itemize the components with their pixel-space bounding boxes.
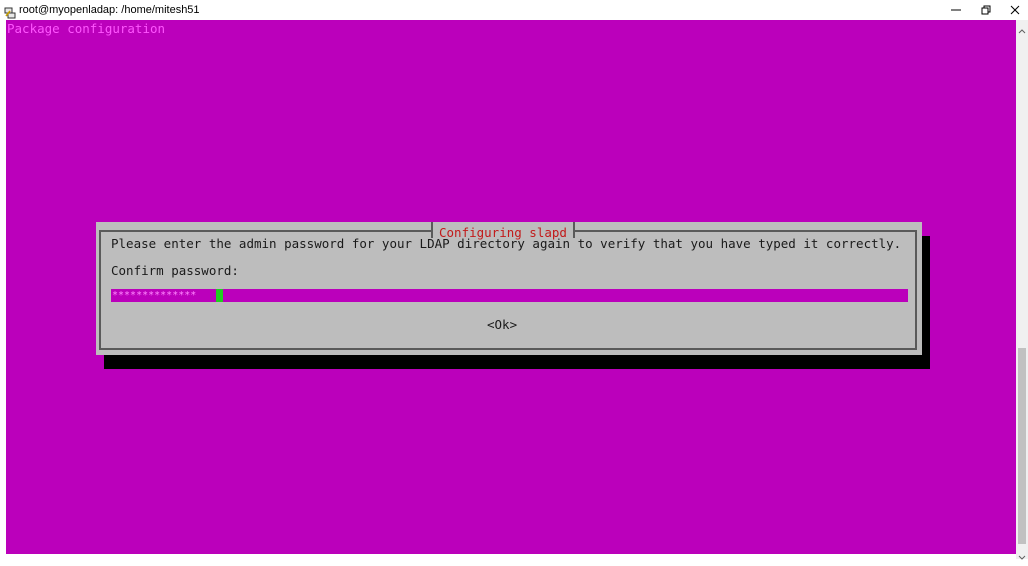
window-title: root@myopenladap: /home/mitesh51	[19, 4, 200, 16]
close-button[interactable]	[1000, 0, 1028, 20]
scrollbar-thumb[interactable]	[1018, 348, 1026, 544]
terminal-header: Package configuration	[7, 21, 166, 36]
password-mask: **************	[112, 290, 197, 301]
scroll-up-arrow-icon[interactable]	[1016, 22, 1028, 34]
ok-button[interactable]: <Ok>	[487, 317, 517, 332]
confirm-password-label: Confirm password:	[111, 263, 239, 278]
text-cursor	[216, 289, 223, 302]
putty-icon	[4, 4, 16, 19]
restore-icon	[981, 5, 991, 15]
minimize-button[interactable]	[941, 0, 971, 20]
confirm-password-input[interactable]: **************	[111, 289, 908, 302]
close-icon	[1010, 5, 1020, 15]
restore-button[interactable]	[971, 0, 1001, 20]
minimize-icon	[951, 5, 961, 15]
scroll-down-arrow-icon[interactable]	[1016, 547, 1028, 560]
dialog-prompt: Please enter the admin password for your…	[111, 236, 902, 251]
terminal-scrollbar[interactable]	[1016, 20, 1028, 560]
configuring-slapd-dialog: Configuring slapd Please enter the admin…	[96, 222, 922, 355]
window-title-bar: root@myopenladap: /home/mitesh51	[0, 0, 1028, 20]
